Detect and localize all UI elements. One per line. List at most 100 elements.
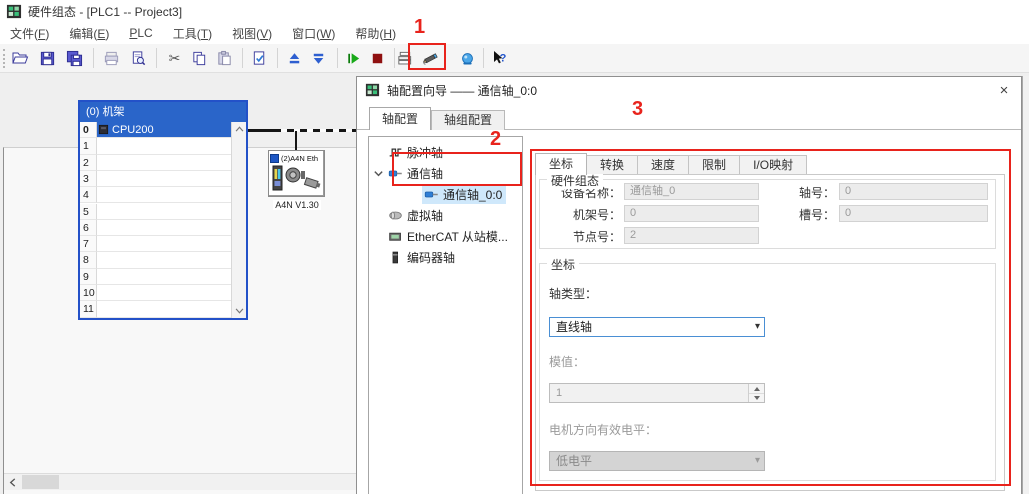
- horizontal-scrollbar[interactable]: [4, 473, 356, 490]
- annotation-number-3: 3: [632, 98, 643, 121]
- rack-slot-cell[interactable]: [97, 171, 231, 187]
- menu-tools[interactable]: 工具(T): [163, 22, 222, 45]
- rack-slot-cell[interactable]: [97, 187, 231, 203]
- print-preview-button[interactable]: [125, 46, 151, 70]
- download-button[interactable]: [305, 46, 331, 70]
- rack-slot-cell[interactable]: [97, 252, 231, 268]
- rack-slot-7[interactable]: 7: [80, 236, 231, 252]
- tree-node-label: 虚拟轴: [407, 207, 443, 224]
- toolbar-separator: [394, 48, 395, 68]
- tab-axis-group-config[interactable]: 轴组配置: [431, 110, 505, 130]
- tree-node[interactable]: 虚拟轴: [386, 206, 447, 225]
- rack-slot-cell[interactable]: [97, 236, 231, 252]
- horizontal-scroll-thumb[interactable]: [22, 475, 59, 489]
- scroll-left-icon[interactable]: [4, 474, 21, 490]
- print-button[interactable]: [98, 46, 124, 70]
- rack-slot-9[interactable]: 9: [80, 269, 231, 285]
- tree-item-ethercat-slave[interactable]: EtherCAT 从站模...: [370, 226, 521, 247]
- save-icon: [39, 50, 56, 67]
- annotation-box-2: [392, 152, 522, 186]
- rack-slot-10[interactable]: 10: [80, 285, 231, 301]
- rack-slot-4[interactable]: 4: [80, 187, 231, 203]
- tree-item-encoder-axis[interactable]: 编码器轴: [370, 247, 521, 268]
- upload-button[interactable]: [281, 46, 307, 70]
- device-mini-icon: [270, 154, 279, 163]
- help-button[interactable]: ?: [486, 46, 512, 70]
- open-button[interactable]: [7, 46, 33, 70]
- rack-slot-cell[interactable]: [97, 155, 231, 171]
- rack-slot-number: 11: [80, 301, 97, 317]
- help-icon: ?: [490, 49, 508, 67]
- rack-slot-11[interactable]: 11: [80, 301, 231, 317]
- rack-slot-3[interactable]: 3: [80, 171, 231, 187]
- menubar: 文件(F)编辑(E)PLC工具(T)视图(V)窗口(W)帮助(H): [0, 22, 1029, 44]
- rack-slot-cell[interactable]: [97, 301, 231, 317]
- menu-view[interactable]: 视图(V): [222, 22, 282, 45]
- dialog-right-scrollbar[interactable]: [1022, 76, 1029, 494]
- rack-slot-2[interactable]: 2: [80, 155, 231, 171]
- rack-slot-cell[interactable]: [97, 138, 231, 154]
- tab-axis-config[interactable]: 轴配置: [369, 107, 431, 130]
- window-title: 硬件组态 - [PLC1 -- Project3]: [28, 3, 182, 20]
- menu-plc[interactable]: PLC: [119, 23, 162, 43]
- tree-node[interactable]: 通信轴_0:0: [422, 185, 506, 204]
- expander-chevron-icon[interactable]: [373, 168, 384, 182]
- rack-slot-cell[interactable]: [97, 220, 231, 236]
- rack-slot-cell[interactable]: CPU200: [97, 122, 231, 138]
- rack-slot-number: 9: [80, 269, 97, 285]
- virtual-axis-icon: [388, 208, 403, 223]
- rack-slot-5[interactable]: 5: [80, 204, 231, 220]
- cut-button[interactable]: ✂: [161, 46, 187, 70]
- cut-icon: ✂: [166, 50, 183, 67]
- close-icon[interactable]: ×: [995, 81, 1013, 99]
- ethercat-module-icon: [388, 229, 403, 244]
- device-caption: A4N V1.30: [256, 200, 338, 210]
- copy-button[interactable]: [186, 46, 212, 70]
- dialog-title: 轴配置向导 —— 通信轴_0:0: [387, 82, 537, 99]
- copy-icon: [191, 50, 208, 67]
- verify-button[interactable]: [246, 46, 272, 70]
- save-all-button[interactable]: [61, 46, 87, 70]
- rack-scroll-up-icon[interactable]: [232, 122, 246, 136]
- rack-slot-0[interactable]: 0CPU200: [80, 122, 231, 138]
- rack-slot-number: 0: [80, 122, 97, 138]
- menu-edit[interactable]: 编辑(E): [59, 22, 119, 45]
- rack-slot-8[interactable]: 8: [80, 252, 231, 268]
- tree-node-label: 编码器轴: [407, 249, 455, 266]
- device-node-a4n[interactable]: (2)A4N Eth: [268, 150, 325, 197]
- diagnostic-button[interactable]: [454, 46, 480, 70]
- paste-button[interactable]: [211, 46, 237, 70]
- tree-node-label: 通信轴_0:0: [443, 186, 502, 203]
- cpu-icon: [98, 124, 109, 135]
- stop-icon: [369, 50, 386, 67]
- rack-slot-cell[interactable]: [97, 269, 231, 285]
- bus-line-dashed: [274, 129, 358, 132]
- rack-slot-cell[interactable]: [97, 285, 231, 301]
- tree-node-label: EtherCAT 从站模...: [407, 228, 508, 245]
- rack-slot-1[interactable]: 1: [80, 138, 231, 154]
- rack-slot-6[interactable]: 6: [80, 220, 231, 236]
- stop-button[interactable]: [364, 46, 390, 70]
- tree-item-comm-axis-0-0[interactable]: 通信轴_0:0: [370, 184, 521, 205]
- save-button[interactable]: [34, 46, 60, 70]
- print-preview-icon: [130, 50, 147, 67]
- menu-window[interactable]: 窗口(W): [282, 22, 345, 45]
- menu-file[interactable]: 文件(F): [0, 22, 59, 45]
- app-icon: [6, 4, 22, 19]
- upload-icon: [286, 50, 303, 67]
- tree-node[interactable]: EtherCAT 从站模...: [386, 227, 512, 246]
- menu-help[interactable]: 帮助(H): [345, 22, 406, 45]
- rack-scroll-down-icon[interactable]: [232, 304, 246, 318]
- rack-slot-number: 1: [80, 138, 97, 154]
- rack-slot-number: 3: [80, 171, 97, 187]
- annotation-number-2: 2: [490, 128, 501, 151]
- open-folder-icon: [11, 49, 29, 67]
- tree-node[interactable]: 编码器轴: [386, 248, 459, 267]
- run-button[interactable]: [340, 46, 366, 70]
- toolbar: ✂?: [0, 44, 1029, 73]
- tree-item-virtual-axis[interactable]: 虚拟轴: [370, 205, 521, 226]
- rack-scrollbar[interactable]: [231, 122, 246, 318]
- download-icon: [310, 50, 327, 67]
- bus-drop-line: [295, 131, 297, 151]
- rack-slot-cell[interactable]: [97, 204, 231, 220]
